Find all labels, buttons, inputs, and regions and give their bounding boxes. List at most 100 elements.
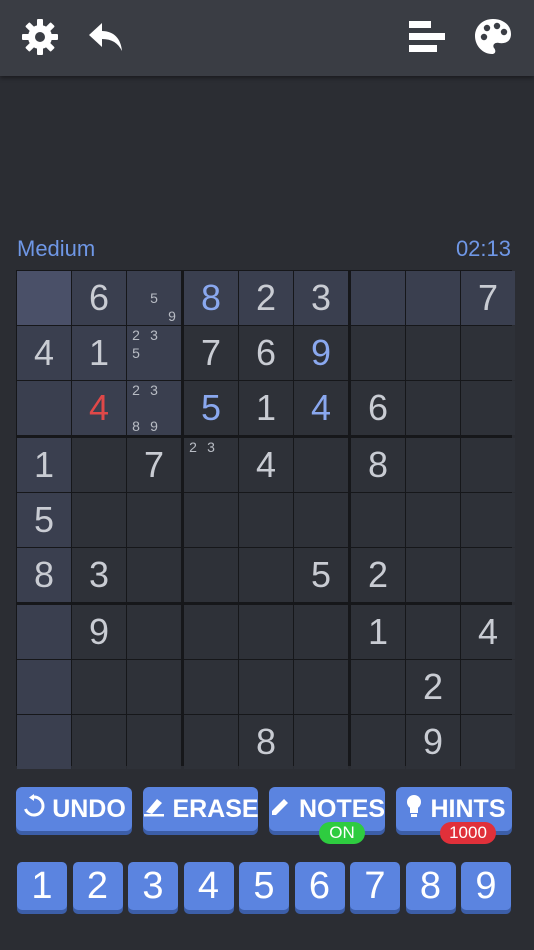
sudoku-cell[interactable] (127, 605, 181, 659)
sudoku-cell[interactable]: 23 89 (127, 381, 181, 435)
sudoku-cell[interactable] (406, 326, 460, 380)
cell-value: 2 (255, 277, 277, 318)
bars-icon[interactable] (404, 14, 450, 60)
sudoku-cell[interactable]: 3 (294, 271, 348, 325)
erase-button[interactable]: ERASE (143, 787, 259, 831)
sudoku-cell[interactable]: 4 (239, 438, 293, 492)
sudoku-cell[interactable] (461, 493, 515, 547)
sudoku-cell[interactable]: 5 (294, 548, 348, 602)
sudoku-cell[interactable]: 4 (294, 381, 348, 435)
note-digit (127, 307, 145, 325)
sudoku-cell[interactable]: 5 (184, 381, 238, 435)
sudoku-cell[interactable]: 8 (184, 271, 238, 325)
sudoku-cell[interactable] (406, 605, 460, 659)
sudoku-cell[interactable]: 2 (351, 548, 405, 602)
palette-icon[interactable] (470, 14, 516, 60)
sudoku-cell[interactable] (351, 271, 405, 325)
sudoku-cell[interactable] (72, 660, 126, 714)
note-digit (163, 271, 181, 289)
sudoku-cell[interactable] (127, 548, 181, 602)
sudoku-cell[interactable] (72, 715, 126, 769)
sudoku-cell[interactable] (184, 605, 238, 659)
sudoku-cell[interactable] (17, 605, 71, 659)
gear-icon[interactable] (17, 14, 63, 60)
sudoku-cell[interactable] (461, 438, 515, 492)
sudoku-cell[interactable]: 1 (239, 381, 293, 435)
sudoku-cell[interactable] (17, 660, 71, 714)
back-arrow-icon[interactable] (83, 14, 129, 60)
sudoku-cell[interactable] (294, 715, 348, 769)
number-button-8[interactable]: 8 (405, 862, 456, 910)
sudoku-cell[interactable]: 9 (72, 605, 126, 659)
sudoku-cell[interactable] (72, 493, 126, 547)
number-button-2[interactable]: 2 (72, 862, 123, 910)
number-button-5[interactable]: 5 (239, 862, 289, 910)
number-button-1[interactable]: 1 (17, 862, 67, 910)
number-button-6[interactable]: 6 (294, 862, 345, 910)
sudoku-cell[interactable]: 7 (461, 271, 515, 325)
sudoku-cell[interactable]: 4 (17, 326, 71, 380)
sudoku-cell[interactable] (184, 548, 238, 602)
sudoku-cell[interactable]: 8 (351, 438, 405, 492)
sudoku-cell[interactable] (17, 271, 71, 325)
sudoku-cell[interactable]: 3 (72, 548, 126, 602)
sudoku-cell[interactable] (351, 715, 405, 769)
undo-button[interactable]: UNDO (16, 787, 132, 831)
sudoku-cell[interactable] (294, 605, 348, 659)
sudoku-cell[interactable]: 1 (72, 326, 126, 380)
sudoku-cell[interactable]: 6 (72, 271, 126, 325)
number-button-3[interactable]: 3 (128, 862, 178, 910)
sudoku-cell[interactable] (294, 660, 348, 714)
sudoku-cell[interactable] (461, 715, 515, 769)
sudoku-cell[interactable] (406, 548, 460, 602)
sudoku-cell[interactable]: 1 (351, 605, 405, 659)
sudoku-cell[interactable]: 9 (294, 326, 348, 380)
sudoku-cell[interactable] (72, 438, 126, 492)
sudoku-cell[interactable] (239, 605, 293, 659)
sudoku-cell[interactable] (184, 715, 238, 769)
sudoku-cell[interactable] (461, 381, 515, 435)
sudoku-cell[interactable]: 1 (17, 438, 71, 492)
sudoku-cell[interactable] (239, 548, 293, 602)
sudoku-cell[interactable]: 59 (127, 271, 181, 325)
sudoku-cell[interactable]: 8 (17, 548, 71, 602)
sudoku-cell[interactable]: 4 (461, 605, 515, 659)
sudoku-cell[interactable]: 7 (127, 438, 181, 492)
sudoku-cell[interactable]: 8 (239, 715, 293, 769)
sudoku-cell[interactable]: 4 (72, 381, 126, 435)
sudoku-cell[interactable]: 23 (184, 438, 238, 492)
sudoku-cell[interactable] (406, 381, 460, 435)
sudoku-cell[interactable] (351, 326, 405, 380)
sudoku-cell[interactable] (239, 660, 293, 714)
sudoku-cell[interactable] (406, 271, 460, 325)
sudoku-cell[interactable]: 9 (406, 715, 460, 769)
sudoku-cell[interactable]: 235 (127, 326, 181, 380)
sudoku-cell[interactable] (294, 438, 348, 492)
sudoku-cell[interactable] (127, 493, 181, 547)
sudoku-cell[interactable]: 7 (184, 326, 238, 380)
sudoku-cell[interactable] (406, 438, 460, 492)
sudoku-cell[interactable] (406, 493, 460, 547)
sudoku-cell[interactable] (127, 715, 181, 769)
sudoku-cell[interactable] (461, 660, 515, 714)
sudoku-cell[interactable] (127, 660, 181, 714)
sudoku-cell[interactable]: 6 (239, 326, 293, 380)
sudoku-cell[interactable] (461, 326, 515, 380)
sudoku-cell[interactable]: 5 (17, 493, 71, 547)
sudoku-cell[interactable]: 6 (351, 381, 405, 435)
sudoku-cell[interactable] (351, 493, 405, 547)
sudoku-cell[interactable] (17, 715, 71, 769)
sudoku-cell[interactable] (17, 381, 71, 435)
sudoku-cell[interactable] (294, 493, 348, 547)
sudoku-cell[interactable] (184, 660, 238, 714)
number-button-7[interactable]: 7 (350, 862, 400, 910)
cell-value: 1 (88, 332, 110, 373)
number-button-4[interactable]: 4 (183, 862, 234, 910)
sudoku-cell[interactable]: 2 (406, 660, 460, 714)
sudoku-cell[interactable] (239, 493, 293, 547)
sudoku-cell[interactable] (351, 660, 405, 714)
sudoku-cell[interactable] (461, 548, 515, 602)
number-button-9[interactable]: 9 (461, 862, 511, 910)
sudoku-cell[interactable]: 2 (239, 271, 293, 325)
sudoku-cell[interactable] (184, 493, 238, 547)
